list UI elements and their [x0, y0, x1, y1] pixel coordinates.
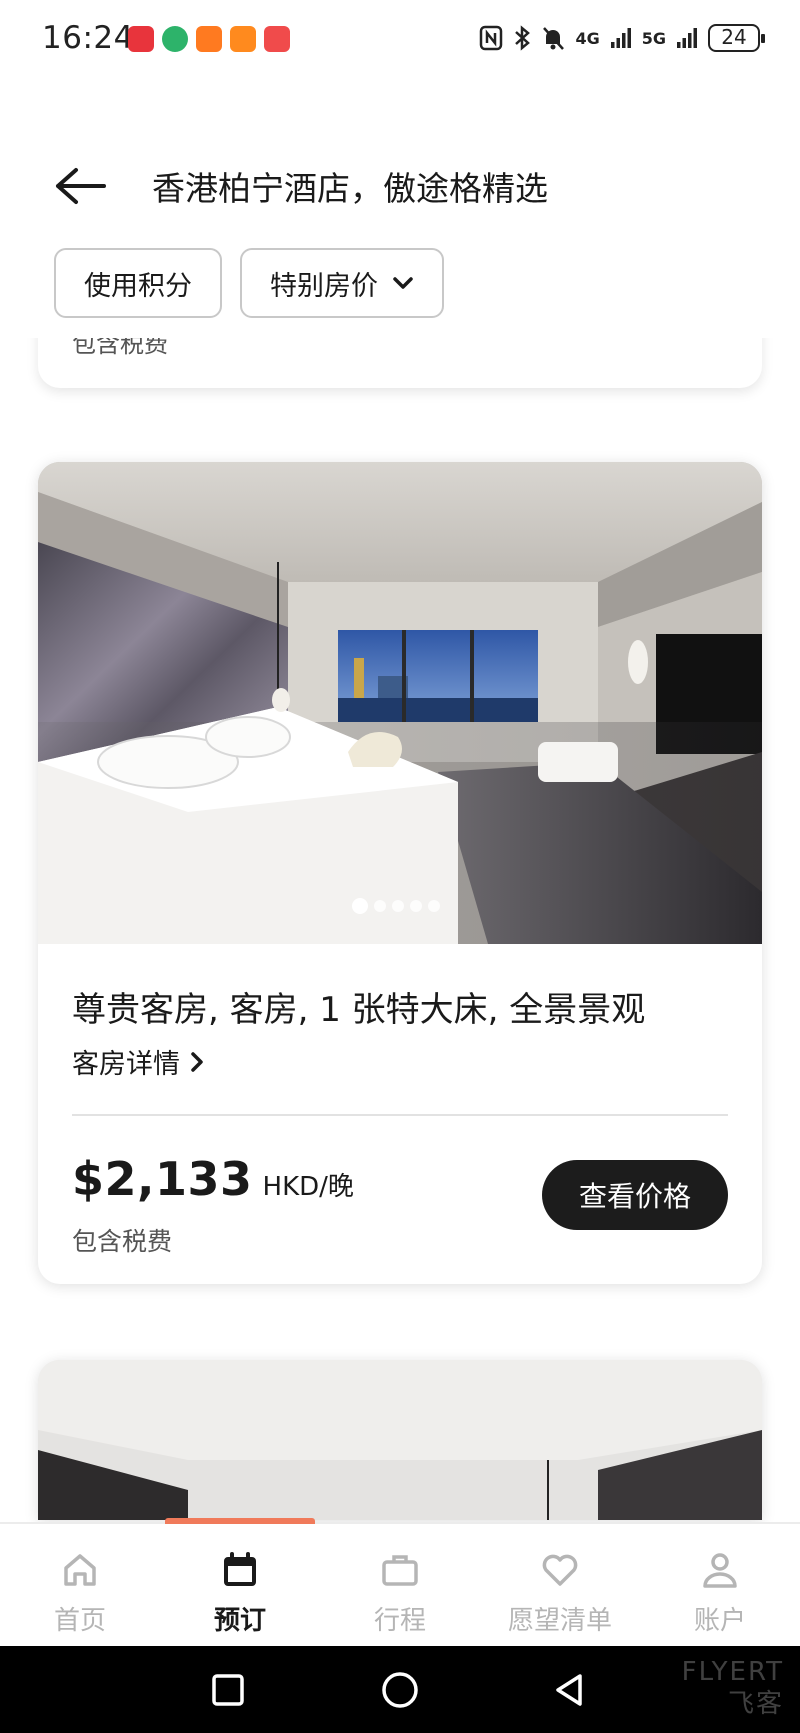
watermark-line2: 飞客 — [727, 1689, 784, 1719]
calendar-icon — [224, 1552, 256, 1586]
app-notification-icon — [196, 26, 222, 52]
notification-icons — [128, 26, 290, 52]
person-icon — [703, 1553, 737, 1588]
room-details-link[interactable]: 客房详情 — [72, 1042, 204, 1081]
briefcase-icon — [382, 1555, 418, 1586]
tab-trips[interactable]: 行程 — [320, 1524, 480, 1646]
battery-indicator: 24 — [708, 24, 765, 52]
room-name: 尊贵客房, 客房, 1 张特大床, 全景景观 — [72, 990, 646, 1030]
room-card[interactable]: 尊贵客房, 客房, 1 张特大床, 全景景观 客房详情 $2,133 HKD/晚… — [38, 462, 762, 1284]
carousel-dot[interactable] — [392, 900, 404, 912]
recents-button[interactable] — [206, 1668, 250, 1712]
triangle-back-icon — [556, 1674, 582, 1706]
tab-label: 行程 — [373, 1606, 426, 1636]
room-price: $2,133 HKD/晚 — [72, 1152, 354, 1206]
chevron-right-icon — [191, 1051, 203, 1072]
app-notification-icon — [162, 26, 188, 52]
signal-icon — [610, 28, 631, 48]
page-header: 香港柏宁酒店，傲途格精选 使用积分 特别房价 — [0, 80, 800, 338]
next-room-photo[interactable] — [38, 1360, 762, 1520]
tab-label: 愿望清单 — [507, 1606, 612, 1636]
view-price-button[interactable]: 查看价格 — [542, 1160, 728, 1230]
back-button[interactable] — [54, 166, 108, 206]
tab-booking[interactable]: 预订 — [160, 1524, 320, 1646]
home-icon — [64, 1554, 96, 1586]
app-notification-icon — [128, 26, 154, 52]
square-icon — [212, 1674, 244, 1706]
filter-bar: 使用积分 特别房价 — [54, 248, 444, 318]
watermark: FLYERT 飞客 — [682, 1656, 784, 1720]
tab-account[interactable]: 账户 — [640, 1524, 800, 1646]
mute-bell-icon — [543, 27, 565, 50]
tab-label: 首页 — [53, 1606, 106, 1636]
signal-icon — [677, 28, 697, 48]
active-tab-indicator — [165, 1518, 315, 1524]
tab-label: 预订 — [213, 1606, 266, 1636]
special-rate-label: 特别房价 — [270, 270, 378, 302]
nfc-icon — [480, 25, 503, 51]
tab-home[interactable]: 首页 — [0, 1524, 160, 1646]
use-points-filter[interactable]: 使用积分 — [54, 248, 222, 318]
chevron-down-icon — [393, 277, 413, 289]
network-4g-indicator: 4G — [575, 28, 600, 48]
bottom-tab-bar: 首页 预订 行程 愿望清单 账户 — [0, 1518, 800, 1646]
use-points-label: 使用积分 — [84, 270, 192, 302]
status-time: 16:24 — [42, 20, 134, 56]
carousel-dot[interactable] — [410, 900, 422, 912]
price-unit: HKD/晚 — [262, 1172, 354, 1202]
special-rate-dropdown[interactable]: 特别房价 — [240, 248, 444, 318]
bluetooth-icon — [515, 25, 531, 51]
room-details-label: 客房详情 — [72, 1049, 180, 1080]
tab-wishlist[interactable]: 愿望清单 — [480, 1524, 640, 1646]
back-nav-button[interactable] — [548, 1668, 592, 1712]
arrow-left-icon — [56, 168, 106, 204]
carousel-dot[interactable] — [352, 898, 368, 914]
app-notification-icon — [264, 26, 290, 52]
network-5g-indicator: 5G — [641, 28, 666, 48]
price-tax-note: 包含税费 — [72, 1227, 173, 1256]
heart-icon — [542, 1554, 578, 1586]
carousel-dot[interactable] — [374, 900, 386, 912]
room-photo[interactable] — [38, 462, 762, 944]
price-amount: $2,133 — [72, 1152, 253, 1206]
system-navigation-bar: FLYERT 飞客 — [0, 1646, 800, 1733]
circle-icon — [382, 1672, 418, 1708]
divider — [72, 1114, 728, 1116]
home-button[interactable] — [378, 1668, 422, 1712]
app-notification-icon — [230, 26, 256, 52]
carousel-indicator[interactable] — [352, 898, 440, 914]
tab-label: 账户 — [693, 1606, 746, 1636]
system-status: 4G 5G 24 — [479, 24, 765, 52]
watermark-line1: FLYERT — [681, 1657, 784, 1687]
next-room-card[interactable] — [38, 1360, 762, 1520]
carousel-dot[interactable] — [428, 900, 440, 912]
status-bar: 16:24 4G 5G 24 — [0, 0, 800, 80]
page-title: 香港柏宁酒店，傲途格精选 — [152, 169, 548, 208]
